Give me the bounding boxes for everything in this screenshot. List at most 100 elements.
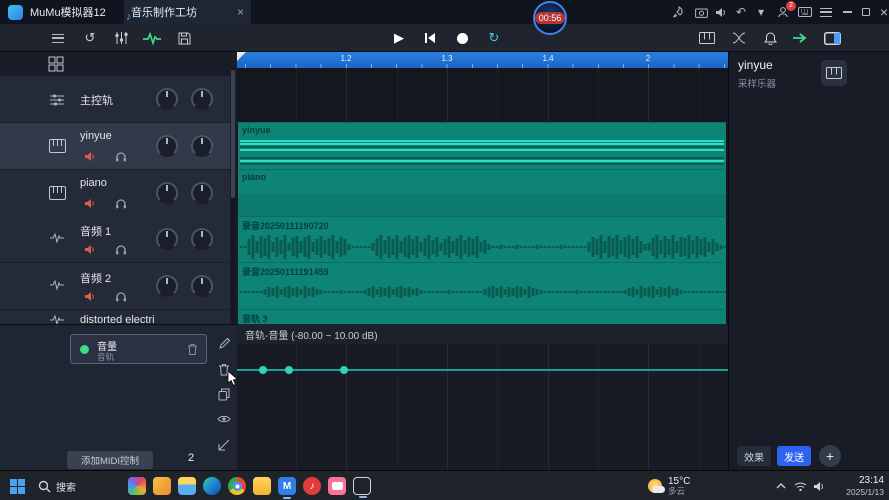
add-button[interactable]: + [819,445,841,467]
clip-recording-2[interactable]: 录音20250111191459 [238,262,726,309]
mixer-panel-toggle-icon[interactable] [823,24,841,52]
back-icon[interactable]: ↶ [733,0,749,24]
start-button[interactable] [10,471,25,500]
screenshot-icon[interactable] [693,0,709,24]
record-button[interactable] [453,24,471,52]
edge-browser-icon[interactable] [203,477,221,495]
weather-condition: 多云 [668,485,686,496]
automation-point[interactable] [340,366,348,374]
clock-widget[interactable]: 23:14 2025/1/13 [834,471,884,500]
param-scope: 音轨 [97,352,115,362]
video-app-icon[interactable] [328,477,346,495]
automation-point[interactable] [285,366,293,374]
delete-param-icon[interactable] [187,343,198,355]
chevron-down-icon[interactable]: ▾ [753,0,769,24]
open-instrument-button[interactable] [821,60,847,86]
automation-lane[interactable]: 音轨-音量 (-80.00 ~ 10.00 dB) [237,324,728,470]
keyboard-icon[interactable] [797,0,813,24]
midi-note [240,163,724,165]
file-explorer-icon[interactable] [178,477,196,495]
track-scrollbar-thumb[interactable] [231,70,235,198]
maximize-button[interactable] [858,0,874,24]
pan-knob[interactable] [191,182,213,204]
track-row-piano[interactable]: piano [0,170,230,216]
automation-pulse-icon[interactable] [143,24,161,52]
automation-line[interactable] [237,369,728,371]
add-midi-control-button[interactable]: 添加MIDI控制 [67,451,153,469]
undo-icon[interactable]: ↺ [81,24,99,52]
skip-to-start-button[interactable] [421,24,439,52]
send-button[interactable]: 发送 [777,446,811,466]
volume-knob[interactable] [156,182,178,204]
pan-knob[interactable] [191,228,213,250]
tray-volume-icon[interactable] [813,471,826,500]
piano-track-icon [49,139,66,153]
mute-button[interactable] [84,151,96,162]
monitor-headphone-button[interactable] [115,198,127,209]
audio-waveform [239,235,726,259]
close-button[interactable]: × [876,0,889,24]
window-app-icon[interactable] [353,477,371,498]
emulator-titlebar: MuMu模拟器12 ♪ 音乐制作工坊 × ↶ ▾ 2 × [0,0,889,24]
play-button[interactable]: ▶ [390,24,408,52]
pencil-tool-icon[interactable] [214,333,234,353]
folder-icon[interactable] [253,477,271,495]
pan-knob[interactable] [191,135,213,157]
pan-knob[interactable] [191,275,213,297]
network-icon[interactable] [794,471,807,500]
arrangement-timeline[interactable]: 1.2 1.3 1.4 2 yinyue piano 录音20250111190… [237,52,728,470]
track-row-yinyue[interactable]: yinyue [0,123,230,169]
crossfade-icon[interactable] [730,24,748,52]
metronome-bell-icon[interactable] [761,24,779,52]
volume-knob[interactable] [156,275,178,297]
loop-button[interactable]: ↻ [485,24,503,52]
save-icon[interactable] [175,24,193,52]
mixer-sliders-icon[interactable] [112,24,130,52]
clip-track3[interactable]: 音轨 3 [238,309,726,324]
mute-button[interactable] [84,198,96,209]
volume-knob[interactable] [156,88,178,110]
weather-widget[interactable]: 15°C 多云 [648,471,690,500]
app-tab-music-workshop[interactable]: ♪ 音乐制作工坊 × [124,0,251,24]
track-row-master[interactable]: 主控轨 [0,76,230,122]
taskbar-search[interactable]: 搜索 [38,471,76,500]
track-grid-icon[interactable] [48,56,64,72]
clip-recording-1[interactable]: 录音20250111190720 [238,216,726,262]
rocket-boost-icon[interactable] [670,0,686,24]
files-app-icon[interactable] [153,477,171,495]
sun-cloud-icon [648,479,665,493]
photos-app-icon[interactable] [128,477,146,495]
copy-tool-icon[interactable] [214,384,234,404]
mute-button[interactable] [84,291,96,302]
titlebar-menu-icon[interactable] [818,0,834,24]
clip-piano[interactable]: piano [238,169,726,216]
track-row-audio1[interactable]: 音频 1 [0,216,230,262]
automation-point[interactable] [259,366,267,374]
floating-timer-ball[interactable]: 00:56 [533,1,567,35]
music-app-icon[interactable]: ♪ [303,477,321,495]
mute-button[interactable] [84,244,96,255]
mumu-app-icon[interactable]: M [278,477,296,499]
visibility-eye-icon[interactable] [214,409,234,429]
automation-param-volume[interactable]: 音量 音轨 [70,334,207,364]
volume-knob[interactable] [156,228,178,250]
playhead-marker[interactable] [237,52,246,61]
track-row-audio2[interactable]: 音频 2 [0,263,230,309]
export-arrow-icon[interactable] [791,24,809,52]
piano-keys-icon[interactable] [698,24,716,52]
monitor-headphone-button[interactable] [115,151,127,162]
volume-knob[interactable] [156,135,178,157]
user-account-icon[interactable]: 2 [775,0,796,24]
minimize-button[interactable] [839,0,855,24]
effects-button[interactable]: 效果 [737,446,771,466]
monitor-headphone-button[interactable] [115,244,127,255]
chrome-browser-icon[interactable] [228,477,246,495]
pan-knob[interactable] [191,88,213,110]
monitor-headphone-button[interactable] [115,291,127,302]
automation-curve-icon[interactable] [214,435,234,455]
tray-expand-chevron[interactable] [776,471,786,500]
clip-yinyue[interactable]: yinyue [238,122,726,169]
main-menu-icon[interactable] [49,24,67,52]
timeline-ruler[interactable]: 1.2 1.3 1.4 2 [237,52,728,68]
volume-icon[interactable] [713,0,729,24]
